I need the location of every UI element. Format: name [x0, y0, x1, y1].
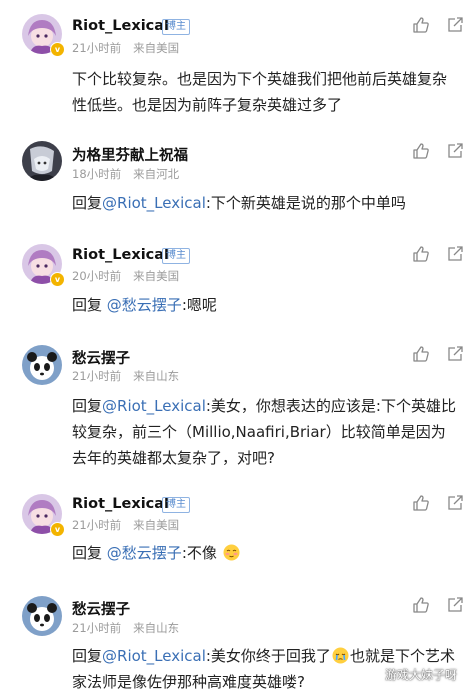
reply-prefix: 回复: [72, 296, 103, 314]
comment-location: 来自美国: [133, 41, 180, 55]
mention-link[interactable]: @Riot_Lexical: [102, 194, 206, 212]
comment-time: 21小时前: [72, 518, 122, 532]
share-button[interactable]: [446, 142, 464, 160]
reply-text: :下个新英雄是说的那个中单吗: [205, 194, 406, 212]
comment-time: 21小时前: [72, 41, 122, 55]
share-button[interactable]: [446, 245, 464, 263]
like-button[interactable]: [412, 245, 430, 263]
comment-text: 回复@Riot_Lexical:美女，你想表达的应该是:下个英雄比较复杂，前三个…: [72, 393, 460, 471]
comment-username[interactable]: Riot_Lexical: [72, 496, 169, 512]
comment-text: 下个比较复杂。也是因为下个英雄我们把他前后英雄复杂性低些。也是因为前阵子复杂英雄…: [72, 70, 448, 114]
comment-meta: 21小时前 来自美国: [72, 40, 179, 56]
share-button[interactable]: [446, 596, 464, 614]
like-button[interactable]: [412, 142, 430, 160]
share-icon: [448, 597, 463, 612]
like-button[interactable]: [412, 16, 430, 34]
mention-link[interactable]: @Riot_Lexical: [102, 397, 206, 415]
comment-meta: 21小时前 来自美国: [72, 517, 179, 533]
thumbs-up-icon: [413, 17, 429, 33]
thumbs-up-icon: [413, 495, 429, 511]
share-icon: [448, 346, 463, 361]
mention-link[interactable]: @愁云摆子: [107, 544, 182, 562]
comment-username[interactable]: 愁云摆子: [72, 347, 130, 368]
reply-prefix: 回复: [72, 194, 103, 212]
blogger-badge: 博主: [162, 19, 190, 35]
comment-meta: 21小时前 来自山东: [72, 620, 179, 636]
panda-avatar-icon: [22, 345, 62, 385]
comment-meta: 18小时前 来自河北: [72, 166, 179, 182]
like-button[interactable]: [412, 494, 430, 512]
comment-meta: 20小时前 来自美国: [72, 268, 179, 284]
verified-badge-icon: v: [50, 272, 65, 287]
thumbs-up-icon: [413, 346, 429, 362]
comment-feed: v Riot_Lexical 博主 21小时前 来自美国 下个比较复杂。也是因为下…: [0, 0, 467, 691]
comment-location: 来自山东: [133, 369, 180, 383]
reply-prefix: 回复: [72, 397, 103, 415]
thumbs-up-icon: [413, 597, 429, 613]
comment-location: 来自河北: [133, 167, 180, 181]
comment-location: 来自美国: [133, 518, 180, 532]
verified-badge-icon: v: [50, 522, 65, 537]
avatar[interactable]: [22, 345, 62, 385]
comment-location: 来自山东: [133, 621, 180, 635]
mention-link[interactable]: @愁云摆子: [107, 296, 182, 314]
share-icon: [448, 17, 463, 32]
comment-username[interactable]: 为格里芬献上祝福: [72, 144, 188, 165]
like-button[interactable]: [412, 596, 430, 614]
blogger-badge: 博主: [162, 497, 190, 513]
comment-text: 回复@Riot_Lexical:下个新英雄是说的那个中单吗: [72, 190, 460, 216]
share-icon: [448, 143, 463, 158]
share-icon: [448, 246, 463, 261]
avatar[interactable]: [22, 596, 62, 636]
blogger-badge: 博主: [162, 248, 190, 264]
crying-face-emoji-icon: [332, 647, 349, 664]
comment-time: 18小时前: [72, 167, 122, 181]
panda-avatar-icon: [22, 596, 62, 636]
comment-location: 来自美国: [133, 269, 180, 283]
like-button[interactable]: [412, 345, 430, 363]
reply-text: :不像: [181, 544, 217, 562]
comment-meta: 21小时前 来自山东: [72, 368, 179, 384]
verified-badge-icon: v: [50, 42, 65, 57]
share-button[interactable]: [446, 345, 464, 363]
share-icon: [448, 495, 463, 510]
comment-time: 21小时前: [72, 369, 122, 383]
comment-text: 回复 @愁云摆子:嗯呢: [72, 292, 460, 318]
share-button[interactable]: [446, 16, 464, 34]
thumbs-up-icon: [413, 246, 429, 262]
thumbs-up-icon: [413, 143, 429, 159]
dark-character-avatar-icon: [22, 141, 62, 181]
avatar[interactable]: [22, 141, 62, 181]
comment-username[interactable]: Riot_Lexical: [72, 18, 169, 34]
comment-time: 20小时前: [72, 269, 122, 283]
comment-time: 21小时前: [72, 621, 122, 635]
reply-prefix: 回复: [72, 647, 103, 665]
shy-face-emoji-icon: [223, 544, 240, 561]
reply-text: :嗯呢: [181, 296, 217, 314]
share-button[interactable]: [446, 494, 464, 512]
comment-username[interactable]: 愁云摆子: [72, 598, 130, 619]
reply-text: :美女你终于回我了: [205, 647, 331, 665]
watermark: 游戏大妹子呀: [384, 668, 457, 682]
comment-username[interactable]: Riot_Lexical: [72, 247, 169, 263]
mention-link[interactable]: @Riot_Lexical: [102, 647, 206, 665]
comment-text: 回复 @愁云摆子:不像: [72, 540, 460, 566]
reply-prefix: 回复: [72, 544, 103, 562]
